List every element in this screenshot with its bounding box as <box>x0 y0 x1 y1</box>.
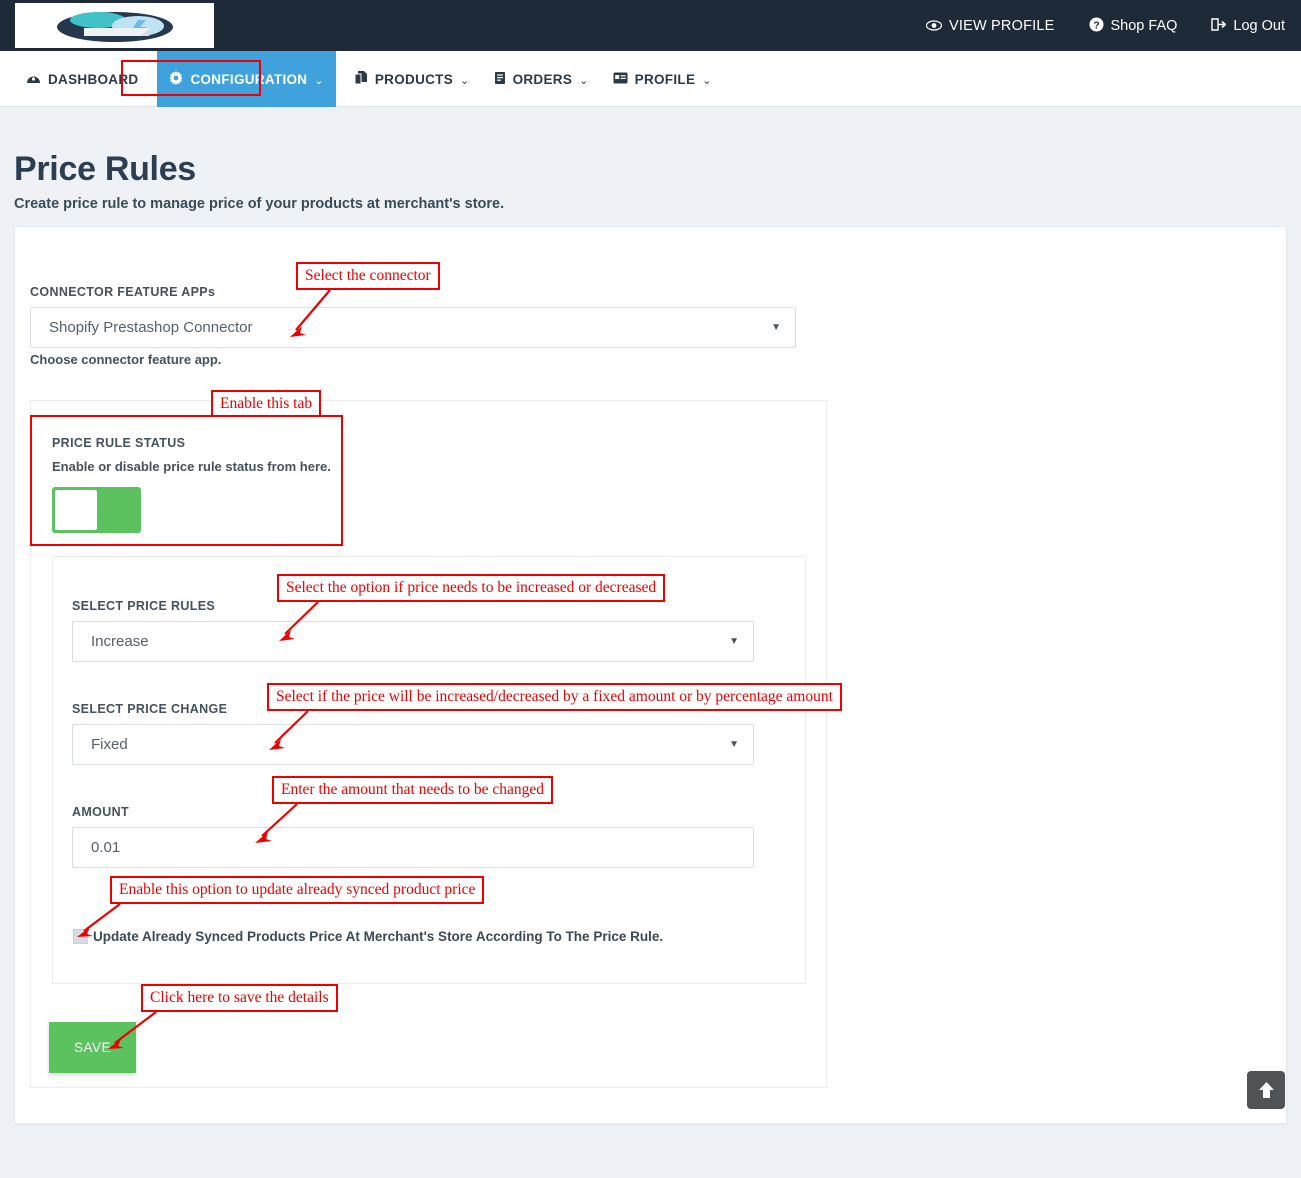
annotation-arrow-price-change <box>269 710 309 750</box>
connector-select[interactable]: Shopify Prestashop Connector ▼ <box>30 307 796 348</box>
annotation-save: Click here to save the details <box>141 984 338 1012</box>
nav-item-dashboard[interactable]: DASHBOARD <box>14 51 150 107</box>
price-rule-status-toggle[interactable] <box>52 487 141 533</box>
nav-item-profile[interactable]: PROFILE ⌄ <box>601 51 724 107</box>
annotation-arrow-connector <box>290 289 331 337</box>
chevron-down-icon: ⌄ <box>460 74 470 87</box>
chevron-down-icon: ⌄ <box>314 74 324 87</box>
page-subtitle: Create price rule to manage price of you… <box>14 196 505 212</box>
logout-link[interactable]: Log Out <box>1211 18 1285 34</box>
chevron-down-icon: ⌄ <box>702 74 712 87</box>
view-profile-label: VIEW PROFILE <box>948 17 1055 34</box>
main-nav: DASHBOARD CONFIGURATION ⌄ PRODUCTS ⌄ ORD… <box>0 51 1301 107</box>
select-price-change-value: Fixed <box>91 736 128 753</box>
shop-faq-label: Shop FAQ <box>1110 17 1178 34</box>
view-profile-link[interactable]: VIEW PROFILE <box>925 17 1055 34</box>
amount-label: AMOUNT <box>72 805 129 819</box>
annotation-arrow-price-rules <box>279 601 319 641</box>
gear-icon <box>169 71 183 87</box>
connector-label: CONNECTOR FEATURE APPs <box>30 285 216 299</box>
eye-icon <box>925 19 943 33</box>
nav-item-profile-label: PROFILE <box>634 71 696 87</box>
nav-item-dashboard-label: DASHBOARD <box>48 71 139 87</box>
copy-icon <box>354 71 368 87</box>
select-price-rules-label: SELECT PRICE RULES <box>72 599 216 613</box>
chevron-down-icon: ▼ <box>729 636 739 647</box>
nav-item-products[interactable]: PRODUCTS ⌄ <box>342 51 482 107</box>
select-price-change[interactable]: Fixed ▼ <box>72 724 754 765</box>
clipboard-icon <box>494 71 506 87</box>
select-price-rules[interactable]: Increase ▼ <box>72 621 754 662</box>
nav-item-configuration-label: CONFIGURATION <box>190 71 308 87</box>
annotation-enable-tab: Enable this tab <box>211 390 322 417</box>
update-synced-label: Update Already Synced Products Price At … <box>93 929 664 944</box>
chevron-down-icon: ⌄ <box>579 74 589 87</box>
annotation-arrow-update-synced <box>77 903 121 937</box>
question-circle-icon: ? <box>1089 17 1104 34</box>
connector-select-value: Shopify Prestashop Connector <box>49 319 253 336</box>
annotation-arrow-save <box>108 1011 157 1049</box>
price-rule-status-label: PRICE RULE STATUS <box>52 436 186 450</box>
logo[interactable] <box>15 3 214 48</box>
logout-label: Log Out <box>1233 17 1285 34</box>
select-price-change-label: SELECT PRICE CHANGE <box>72 702 228 716</box>
annotation-price-change: Select if the price will be increased/de… <box>267 683 842 711</box>
top-nav-links: VIEW PROFILE ? Shop FAQ Log Out <box>925 0 1285 51</box>
select-price-rules-value: Increase <box>91 633 149 650</box>
dashboard-icon <box>26 72 41 86</box>
page-title: Price Rules <box>14 150 196 188</box>
arrow-up-icon <box>1258 1082 1274 1098</box>
toggle-knob <box>55 490 97 530</box>
top-bar: VIEW PROFILE ? Shop FAQ Log Out <box>0 0 1301 51</box>
chevron-down-icon: ▼ <box>729 739 739 750</box>
scroll-to-top-button[interactable] <box>1247 1071 1285 1109</box>
id-card-icon <box>613 72 628 86</box>
amount-input[interactable]: 0.01 <box>72 827 754 868</box>
logo-icon <box>56 11 173 42</box>
annotation-amount: Enter the amount that needs to be change… <box>272 776 553 804</box>
chevron-down-icon: ▼ <box>771 322 781 333</box>
shop-faq-link[interactable]: ? Shop FAQ <box>1089 17 1178 34</box>
connector-help: Choose connector feature app. <box>30 352 222 367</box>
nav-item-orders-label: ORDERS <box>512 71 573 87</box>
annotation-price-rules: Select the option if price needs to be i… <box>277 574 666 602</box>
annotation-connector: Select the connector <box>296 262 440 290</box>
nav-item-orders[interactable]: ORDERS ⌄ <box>482 51 601 107</box>
nav-item-configuration[interactable]: CONFIGURATION ⌄ <box>157 51 336 107</box>
annotation-update-synced: Enable this option to update already syn… <box>110 876 485 904</box>
amount-input-value: 0.01 <box>91 839 121 856</box>
annotation-arrow-amount <box>255 803 298 843</box>
svg-text:?: ? <box>1093 20 1099 31</box>
price-rule-status-help: Enable or disable price rule status from… <box>52 459 331 474</box>
logout-icon <box>1211 18 1227 33</box>
nav-item-products-label: PRODUCTS <box>374 71 454 87</box>
